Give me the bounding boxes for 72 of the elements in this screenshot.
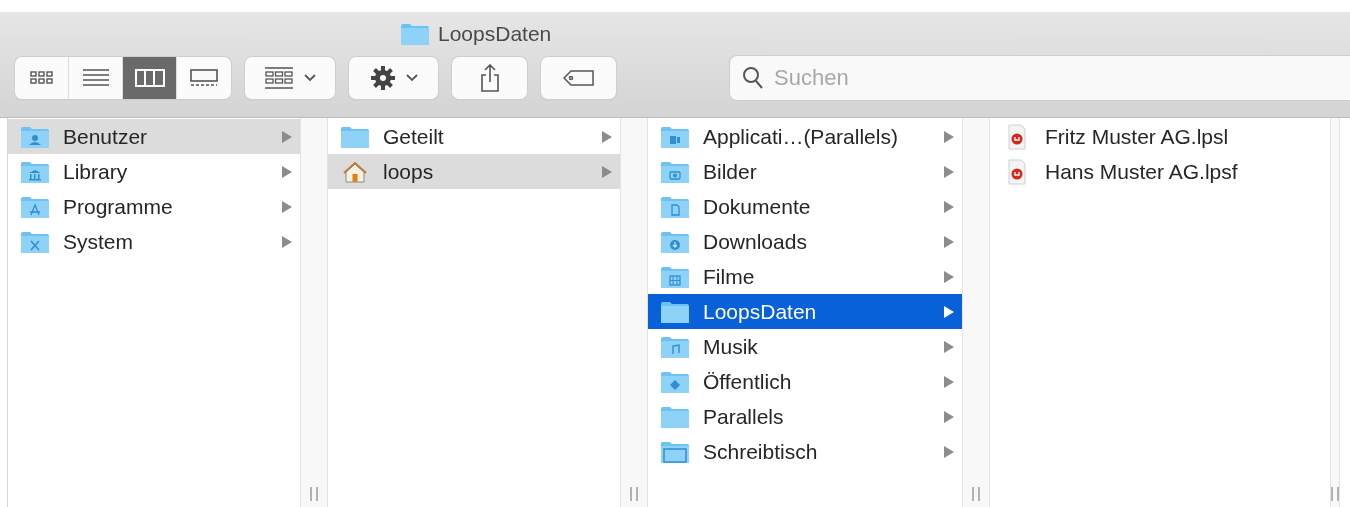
browser-row[interactable]: Schreibtisch	[648, 434, 962, 469]
chevron-right-icon	[944, 305, 954, 318]
browser-row[interactable]: Downloads	[648, 224, 962, 259]
list-icon	[82, 69, 109, 87]
browser-row[interactable]: Filme	[648, 259, 962, 294]
action-button[interactable]	[349, 57, 438, 99]
browser-row[interactable]: Parallels	[648, 399, 962, 434]
chevron-right-icon	[944, 165, 954, 178]
chevron-right-icon	[944, 235, 954, 248]
grid-icon	[29, 70, 54, 86]
folder-icon	[20, 124, 50, 149]
chevron-right-icon	[944, 375, 954, 388]
folder-icon	[20, 229, 50, 254]
browser-row[interactable]: System	[8, 224, 300, 259]
gear-icon	[369, 65, 396, 91]
chevron-down-icon	[405, 74, 418, 82]
folder-icon	[660, 404, 690, 429]
resize-handle-icon[interactable]	[972, 487, 980, 501]
browser-row[interactable]: Applicati…(Parallels)	[648, 119, 962, 154]
browser-row[interactable]: Benutzer	[8, 119, 300, 154]
folder-icon	[660, 439, 690, 464]
browser-row[interactable]: Öffentlich	[648, 364, 962, 399]
resize-handle-icon[interactable]	[630, 487, 638, 501]
browser-row[interactable]: loops	[328, 154, 620, 189]
chevron-right-icon	[602, 130, 612, 143]
folder-icon	[660, 229, 690, 254]
browser-row[interactable]: Library	[8, 154, 300, 189]
folder-icon	[660, 299, 690, 324]
browser-row[interactable]: Programme	[8, 189, 300, 224]
browser-row[interactable]: Dokumente	[648, 189, 962, 224]
chevron-right-icon	[282, 235, 292, 248]
chevron-right-icon	[944, 270, 954, 283]
chevron-right-icon	[944, 410, 954, 423]
chevron-right-icon	[282, 200, 292, 213]
chevron-right-icon	[602, 165, 612, 178]
browser-row[interactable]: Musik	[648, 329, 962, 364]
folder-icon	[660, 369, 690, 394]
search-field[interactable]: Suchen	[730, 56, 1350, 100]
view-button[interactable]	[123, 57, 177, 99]
group-button[interactable]	[245, 57, 335, 99]
resize-handle-icon[interactable]	[310, 487, 318, 501]
browser-row[interactable]: Geteilt	[328, 119, 620, 154]
tag-button[interactable]	[541, 57, 616, 99]
chevron-right-icon	[944, 445, 954, 458]
folder-icon	[400, 22, 430, 46]
chevron-right-icon	[944, 200, 954, 213]
folder-icon	[660, 334, 690, 359]
grid-icon	[264, 67, 294, 89]
window-title: LoopsDaten	[438, 22, 552, 46]
browser-row[interactable]: Bilder	[648, 154, 962, 189]
browser-row[interactable]: Fritz Muster AG.lpsl	[990, 119, 1330, 154]
browser-row[interactable]: Hans Muster AG.lpsf	[990, 154, 1330, 189]
folder-icon	[20, 159, 50, 184]
folder-icon	[20, 194, 50, 219]
resize-handle-icon[interactable]	[1331, 487, 1339, 501]
chevron-right-icon	[282, 165, 292, 178]
folder-icon	[660, 159, 690, 184]
chevron-right-icon	[282, 130, 292, 143]
browser-row[interactable]: LoopsDaten	[648, 294, 962, 329]
search-icon	[742, 66, 764, 90]
folder-icon	[660, 264, 690, 289]
share-icon	[479, 64, 500, 92]
tag-icon	[562, 70, 595, 86]
share-button[interactable]	[452, 57, 527, 99]
chevron-right-icon	[944, 340, 954, 353]
chevron-right-icon	[944, 130, 954, 143]
gallery-icon	[190, 69, 218, 87]
folder-icon	[660, 124, 690, 149]
chevron-down-icon	[304, 74, 316, 82]
folder-icon	[660, 194, 690, 219]
folder-icon	[340, 124, 370, 149]
columns-icon	[134, 69, 165, 87]
